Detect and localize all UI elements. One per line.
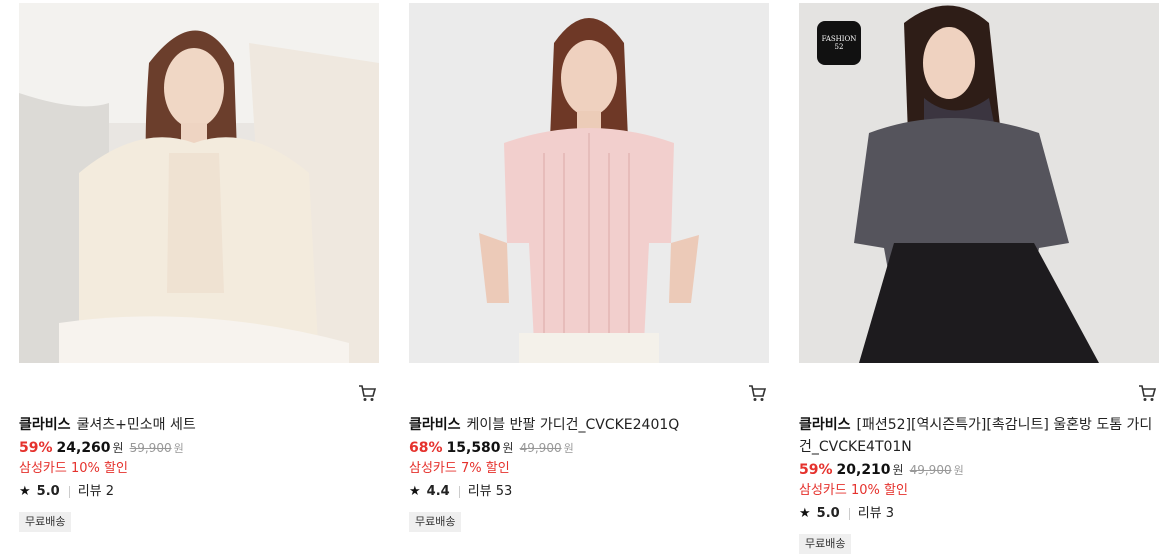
cart-icon[interactable] — [747, 383, 767, 403]
product-card[interactable]: FASHION 52 클라비스 [패션52][역시즌특가][촉감니트] 울혼방 도… — [799, 0, 1161, 554]
review-count[interactable]: 리뷰 3 — [858, 504, 894, 524]
product-grid: 클라비스 쿨셔츠+민소매 세트 59% 24,260 원 59,900 원 삼성카드 10… — [0, 0, 1167, 554]
free-shipping-badge: 무료배송 — [409, 512, 462, 532]
fashion52-logo-text: FASHION 52 — [821, 35, 857, 51]
price-row: 68% 15,580 원 49,900 원 — [409, 438, 765, 459]
price-row: 59% 24,260 원 59,900 원 — [19, 438, 375, 459]
divider — [458, 486, 460, 498]
free-shipping-badge: 무료배송 — [799, 534, 852, 554]
original-price-unit: 원 — [173, 442, 184, 455]
rating-score: 5.0 — [36, 484, 60, 499]
divider — [68, 486, 70, 498]
rating-score: 4.4 — [426, 484, 450, 499]
product-brand: 클라비스 — [409, 417, 461, 433]
discount-rate: 68% — [409, 440, 443, 456]
product-image[interactable]: FASHION 52 — [799, 3, 1159, 363]
sale-price: 24,260 — [56, 440, 111, 456]
cart-icon[interactable] — [1137, 383, 1157, 403]
card-discount: 삼성카드 10% 할인 — [19, 461, 128, 476]
discount-rate: 59% — [19, 440, 53, 456]
rating-score: 5.0 — [816, 506, 840, 521]
product-card[interactable]: 클라비스 케이블 반팔 가디건_CVCKE2401Q 68% 15,580 원 49,9… — [409, 0, 771, 550]
star-icon: ★ — [19, 484, 31, 499]
cart-icon[interactable] — [357, 383, 377, 403]
discount-rate: 59% — [799, 462, 833, 478]
sale-price-unit: 원 — [502, 441, 514, 455]
original-price: 59,900 — [129, 441, 172, 455]
product-name: 케이블 반팔 가디건_CVCKE2401Q — [466, 417, 680, 433]
sale-price: 20,210 — [836, 462, 891, 478]
original-price-unit: 원 — [563, 442, 574, 455]
sale-price: 15,580 — [446, 440, 501, 456]
original-price-unit: 원 — [953, 464, 964, 477]
review-row: ★ 5.0 리뷰 2 — [19, 482, 375, 502]
review-count[interactable]: 리뷰 2 — [78, 482, 114, 502]
sale-price-unit: 원 — [112, 441, 124, 455]
free-shipping-badge: 무료배송 — [19, 512, 72, 532]
original-price: 49,900 — [909, 463, 952, 477]
product-card[interactable]: 클라비스 쿨셔츠+민소매 세트 59% 24,260 원 59,900 원 삼성카드 10… — [19, 0, 381, 550]
star-icon: ★ — [409, 484, 421, 499]
fashion52-logo: FASHION 52 — [817, 21, 861, 65]
star-icon: ★ — [799, 506, 811, 521]
product-title[interactable]: 클라비스 케이블 반팔 가디건_CVCKE2401Q — [409, 414, 765, 436]
product-image[interactable] — [19, 3, 379, 363]
product-name: [패션52][역시즌특가][촉감니트] 울혼방 도톰 가디건_CVCKE4T01… — [799, 417, 1153, 455]
product-name: 쿨셔츠+민소매 세트 — [76, 417, 196, 433]
card-discount: 삼성카드 7% 할인 — [409, 461, 510, 476]
review-row: ★ 5.0 리뷰 3 — [799, 504, 1155, 524]
product-info: 클라비스 [패션52][역시즌특가][촉감니트] 울혼방 도톰 가디건_CVCKE… — [799, 414, 1155, 554]
review-count[interactable]: 리뷰 53 — [468, 482, 513, 502]
review-row: ★ 4.4 리뷰 53 — [409, 482, 765, 502]
product-info: 클라비스 케이블 반팔 가디건_CVCKE2401Q 68% 15,580 원 49,9… — [409, 414, 765, 532]
divider — [848, 508, 850, 520]
product-title[interactable]: 클라비스 쿨셔츠+민소매 세트 — [19, 414, 375, 436]
product-info: 클라비스 쿨셔츠+민소매 세트 59% 24,260 원 59,900 원 삼성카드 10… — [19, 414, 375, 532]
product-brand: 클라비스 — [799, 417, 851, 433]
product-image[interactable] — [409, 3, 769, 363]
original-price: 49,900 — [519, 441, 562, 455]
card-discount: 삼성카드 10% 할인 — [799, 483, 908, 498]
sale-price-unit: 원 — [892, 463, 904, 477]
product-title[interactable]: 클라비스 [패션52][역시즌특가][촉감니트] 울혼방 도톰 가디건_CVCKE… — [799, 414, 1155, 458]
product-brand: 클라비스 — [19, 417, 71, 433]
price-row: 59% 20,210 원 49,900 원 — [799, 460, 1155, 481]
